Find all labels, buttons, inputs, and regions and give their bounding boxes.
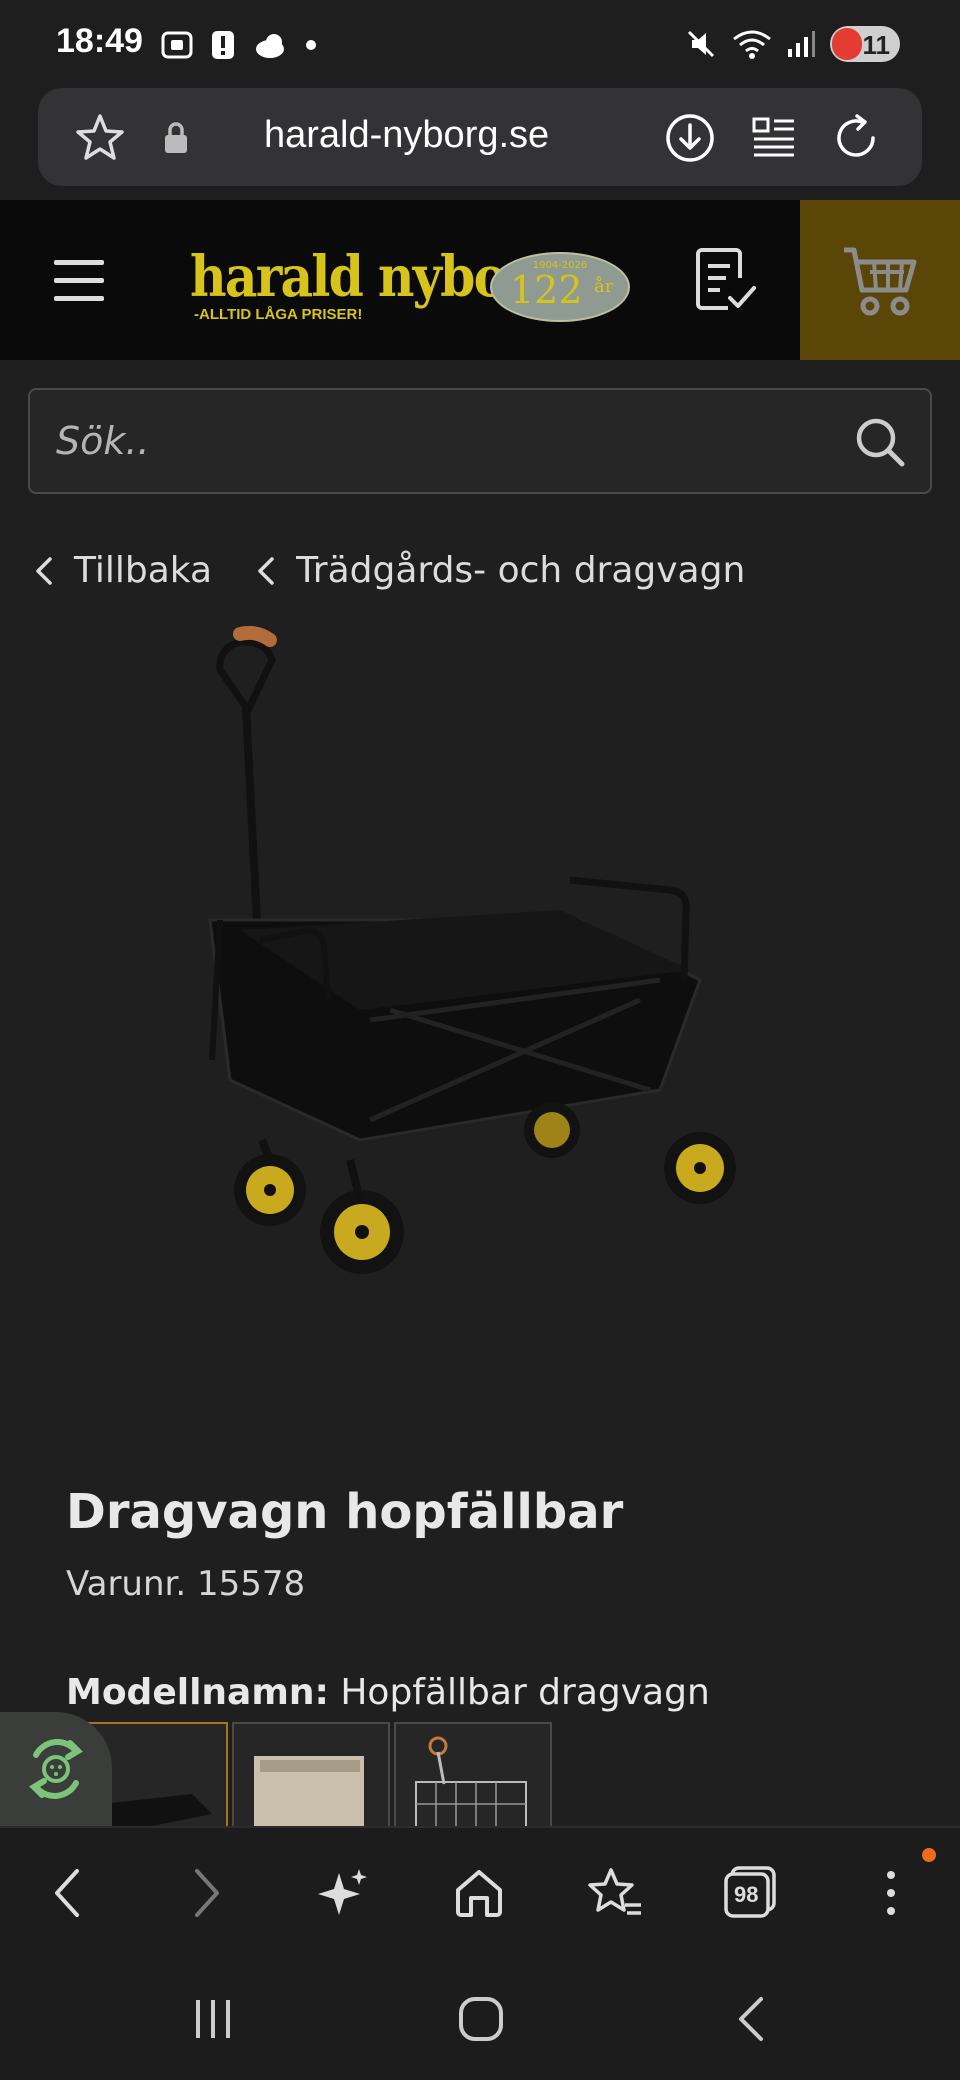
recent-apps-icon[interactable] [178, 1984, 248, 2054]
model-value: Hopfällbar dragvagn [340, 1672, 710, 1713]
status-time: 18:49 [56, 22, 143, 60]
lock-icon [148, 110, 204, 166]
forward-icon[interactable] [172, 1858, 242, 1928]
thumbnail-strip [70, 1722, 552, 1826]
tab-count: 98 [734, 1882, 759, 1907]
signal-icon [788, 31, 815, 57]
status-left-icons [160, 28, 318, 62]
screenshot-icon [161, 31, 193, 59]
back-icon[interactable] [32, 1858, 102, 1928]
thumbnail-3[interactable] [394, 1722, 552, 1826]
address-bar[interactable]: harald-nyborg.se [38, 88, 922, 186]
update-dot [922, 1848, 936, 1862]
site-header: harald nyborg -ALLTID LÅGA PRISER! 1904-… [0, 200, 960, 360]
recycle-icon [29, 1739, 83, 1799]
bookmarks-icon[interactable] [580, 1858, 650, 1928]
chevron-left-icon [258, 556, 274, 585]
home-button-icon[interactable] [446, 1984, 516, 2054]
alert-icon [212, 31, 234, 59]
logo-tagline: -ALLTID LÅGA PRISER! [194, 306, 363, 323]
badge-number: 122 [510, 268, 583, 312]
battery-indicator: 11 [830, 26, 900, 62]
product-title: Dragvagn hopfällbar [66, 1484, 624, 1540]
search-input[interactable] [56, 410, 836, 472]
wifi-icon [733, 30, 771, 59]
more-menu-icon[interactable] [856, 1858, 926, 1928]
back-link[interactable]: Tillbaka [30, 550, 212, 591]
product-image[interactable] [200, 620, 760, 1300]
status-bar: 18:49 11 [0, 0, 960, 88]
badge-unit: år [594, 276, 614, 297]
ai-sparkle-icon[interactable] [308, 1858, 378, 1928]
browser-toolbar: 98 [0, 1826, 960, 1956]
browser-address-area: harald-nyborg.se [0, 88, 960, 200]
home-icon[interactable] [444, 1858, 514, 1928]
weather-icon [256, 34, 284, 58]
breadcrumb: Tillbaka Trädgårds- och dragvagn [30, 550, 745, 591]
system-navigation [0, 1956, 960, 2080]
search-icon[interactable] [852, 414, 908, 470]
product-sku: Varunr. 15578 [66, 1564, 306, 1604]
model-label: Modellnamn: [66, 1672, 329, 1713]
product-model: Modellnamn: Hopfällbar dragvagn [66, 1672, 710, 1713]
menu-icon[interactable] [54, 260, 104, 301]
shopping-list-icon[interactable] [690, 244, 760, 316]
reader-mode-icon[interactable] [746, 110, 802, 166]
back-link-label: Tillbaka [74, 550, 213, 591]
download-icon[interactable] [662, 110, 718, 166]
notification-dot-icon [306, 40, 316, 50]
cart-icon [844, 247, 917, 316]
url-text[interactable]: harald-nyborg.se [264, 114, 549, 157]
tabs-button[interactable]: 98 [716, 1858, 786, 1928]
mute-icon [687, 30, 715, 58]
category-link-label: Trädgårds- och dragvagn [296, 550, 746, 591]
battery-level: 11 [862, 30, 891, 60]
recycle-button[interactable] [0, 1712, 112, 1826]
reload-icon[interactable] [828, 110, 884, 166]
system-back-icon[interactable] [716, 1984, 786, 2054]
thumbnail-2[interactable] [232, 1722, 390, 1826]
site-logo[interactable]: harald nyborg -ALLTID LÅGA PRISER! 1904-… [190, 244, 630, 324]
cart-button[interactable] [800, 200, 960, 360]
anniversary-badge: 1904-2026 122 år [490, 252, 630, 322]
category-link[interactable]: Trädgårds- och dragvagn [252, 550, 745, 591]
bookmark-star-icon[interactable] [72, 110, 128, 166]
status-right-icons: 11 [684, 26, 900, 62]
search-box [28, 388, 932, 494]
chevron-left-icon [36, 556, 52, 585]
